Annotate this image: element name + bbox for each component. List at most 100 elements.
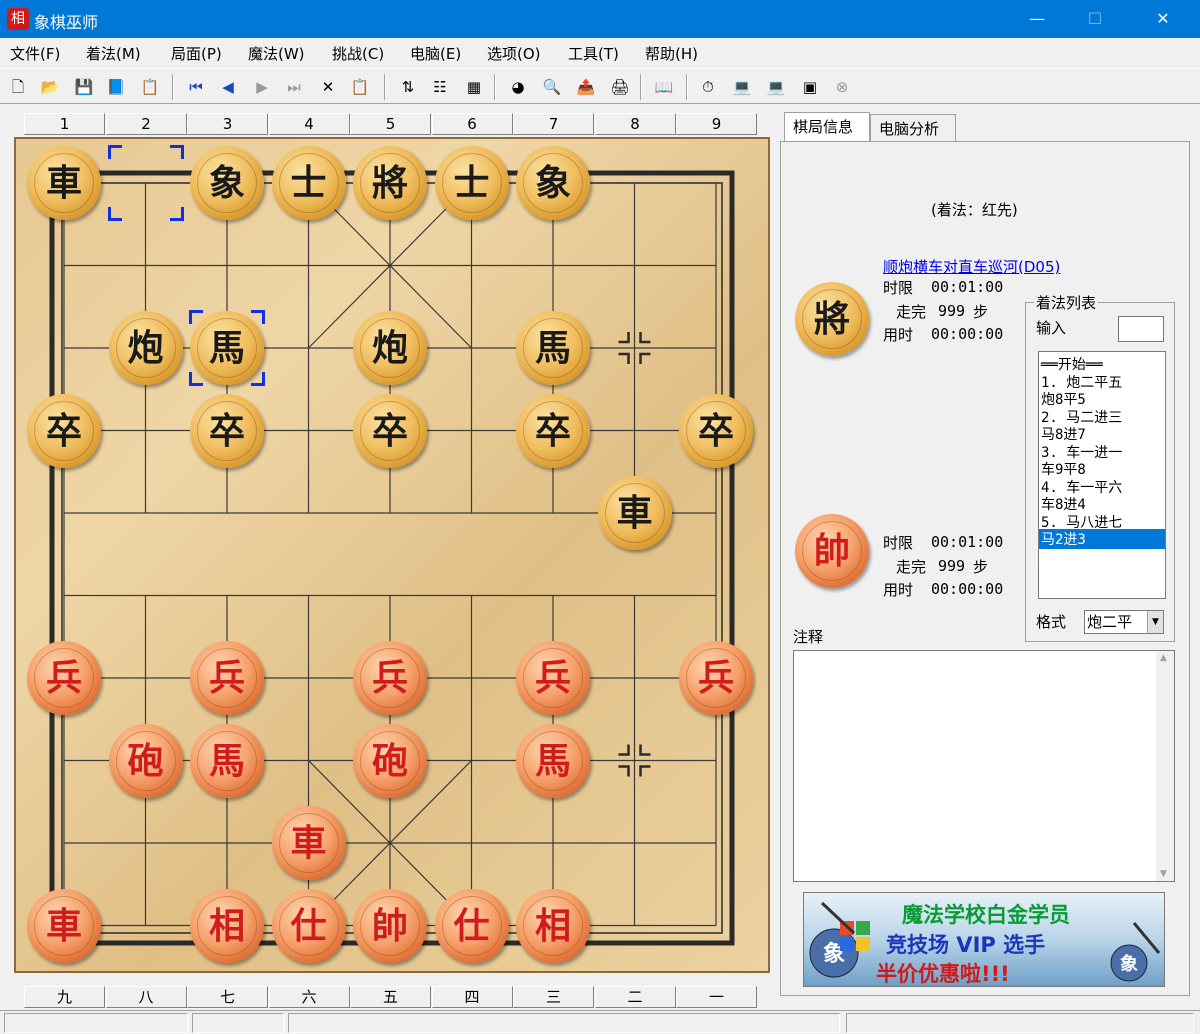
color-wheel-icon[interactable]: ◕ xyxy=(506,75,530,99)
column-label: 二 xyxy=(594,986,676,1008)
black-piece[interactable]: 士 xyxy=(434,146,509,220)
black-piece[interactable]: 馬 xyxy=(190,311,264,385)
piece-character: 車 xyxy=(45,162,82,204)
red-piece[interactable]: 車 xyxy=(27,888,101,963)
black-piece[interactable]: 卒 xyxy=(516,393,590,468)
scroll-down-icon[interactable]: ▼ xyxy=(1160,869,1167,879)
computer-play-icon[interactable]: 💻 xyxy=(730,75,754,99)
move-input[interactable] xyxy=(1118,316,1164,342)
column-label: 3 xyxy=(187,113,268,135)
move-tree-icon[interactable]: ☷ xyxy=(428,75,452,99)
status-pane-4 xyxy=(846,1013,1194,1033)
first-move-icon[interactable]: ⏮ xyxy=(184,75,208,99)
black-piece[interactable]: 將 xyxy=(353,146,427,220)
red-piece[interactable]: 相 xyxy=(516,888,590,963)
minimize-button[interactable]: — xyxy=(1014,0,1060,38)
properties-icon[interactable]: 📋 xyxy=(138,75,162,99)
prev-move-icon[interactable]: ◀ xyxy=(216,75,240,99)
toolbar-separator xyxy=(494,74,496,100)
tab-game-info[interactable]: 棋局信息 xyxy=(784,112,870,142)
black-piece[interactable]: 卒 xyxy=(27,393,101,468)
menu-help[interactable]: 帮助(H) xyxy=(645,43,698,64)
red-piece[interactable]: 砲 xyxy=(108,723,183,798)
red-piece[interactable]: 相 xyxy=(190,888,264,963)
monitor-icon[interactable]: ▣ xyxy=(798,75,822,99)
red-piece[interactable]: 馬 xyxy=(190,723,264,798)
red-piece[interactable]: 仕 xyxy=(271,888,346,963)
next-move-icon[interactable]: ▶ xyxy=(250,75,274,99)
status-bar xyxy=(0,1010,1200,1034)
red-piece[interactable]: 兵 xyxy=(190,641,264,715)
red-piece[interactable]: 車 xyxy=(271,806,346,880)
search-doc-icon[interactable]: 🔍 xyxy=(540,75,564,99)
black-piece[interactable]: 卒 xyxy=(190,393,264,468)
red-piece[interactable]: 仕 xyxy=(434,888,509,963)
black-piece[interactable]: 馬 xyxy=(516,311,590,385)
menu-position[interactable]: 局面(P) xyxy=(171,43,222,64)
open-folder-icon[interactable]: 📂 xyxy=(38,75,62,99)
book-icon[interactable]: 📘 xyxy=(104,75,128,99)
app-icon[interactable]: 相 xyxy=(7,8,29,30)
black-piece[interactable]: 炮 xyxy=(353,311,427,385)
maximize-button[interactable]: ☐ xyxy=(1072,0,1118,38)
black-piece[interactable]: 卒 xyxy=(353,393,427,468)
black-moves-value: 999 xyxy=(938,302,966,320)
position-mark xyxy=(639,332,651,344)
right-panel: 棋局信息 电脑分析 (着法：红先) 顺炮横车对直车巡河(D05) 將 时限 00… xyxy=(780,112,1190,996)
move-list-item[interactable]: 马2进3 xyxy=(1039,529,1165,549)
notes-textarea[interactable]: ▲ ▼ xyxy=(793,650,1175,882)
scroll-up-icon[interactable]: ▲ xyxy=(1160,653,1167,663)
move-list[interactable]: ══开始══ 1. 炮二平五 炮8平5 2. 马二进三 马8进7 3. 车一进一 车9… xyxy=(1038,351,1166,599)
stop-icon[interactable]: ⊗ xyxy=(830,75,854,99)
chess-board[interactable]: 車象士將士象炮馬炮馬卒卒卒卒卒車兵兵兵兵兵砲馬砲馬車車相仕帥仕相 xyxy=(14,137,770,973)
print-icon[interactable]: 🖨 xyxy=(608,75,632,99)
notes-scrollbar[interactable]: ▲ ▼ xyxy=(1156,651,1174,881)
black-piece[interactable]: 車 xyxy=(597,476,672,550)
toolbar-separator xyxy=(640,74,642,100)
menu-file[interactable]: 文件(F) xyxy=(10,43,60,64)
red-piece[interactable]: 兵 xyxy=(353,641,427,715)
piece-character: 將 xyxy=(371,162,408,204)
promo-banner[interactable]: 象 象 魔法学校白金学员 竞技场 VIP 选手 半价优惠啦!!! xyxy=(803,892,1165,987)
chevron-down-icon[interactable]: ▼ xyxy=(1147,611,1163,633)
status-pane-1 xyxy=(4,1013,188,1033)
red-piece[interactable]: 兵 xyxy=(516,641,590,715)
black-piece[interactable]: 車 xyxy=(27,146,101,220)
black-piece[interactable]: 士 xyxy=(271,146,346,220)
black-piece[interactable]: 象 xyxy=(516,146,590,220)
piece-character: 兵 xyxy=(371,657,408,699)
piece-character: 兵 xyxy=(208,657,245,699)
last-move-icon[interactable]: ⏭ xyxy=(282,75,306,99)
status-pane-2 xyxy=(192,1013,284,1033)
piece-character: 相 xyxy=(534,904,571,947)
black-piece[interactable]: 炮 xyxy=(108,311,183,385)
timer-icon[interactable]: ⏱ xyxy=(696,75,720,99)
menu-challenge[interactable]: 挑战(C) xyxy=(332,43,384,64)
red-piece[interactable]: 兵 xyxy=(679,641,753,715)
computer-analyze-icon[interactable]: 💻 xyxy=(764,75,788,99)
red-piece[interactable]: 兵 xyxy=(27,641,101,715)
opening-link[interactable]: 顺炮横车对直车巡河(D05) xyxy=(883,256,1060,277)
opening-book-icon[interactable]: 📖 xyxy=(652,75,676,99)
black-piece[interactable]: 象 xyxy=(190,146,264,220)
paste-icon[interactable]: 📋 xyxy=(348,75,372,99)
new-file-icon[interactable]: 🗋 xyxy=(6,75,30,99)
menu-moves[interactable]: 着法(M) xyxy=(86,43,141,64)
black-piece[interactable]: 卒 xyxy=(679,393,753,468)
red-piece[interactable]: 帥 xyxy=(353,888,427,963)
tab-computer-analysis[interactable]: 电脑分析 xyxy=(870,114,956,142)
delete-icon[interactable]: ✕ xyxy=(316,75,340,99)
format-select[interactable]: 炮二平 ▼ xyxy=(1084,610,1164,634)
red-piece[interactable]: 馬 xyxy=(516,723,590,798)
flip-board-icon[interactable]: ⇅ xyxy=(396,75,420,99)
red-piece[interactable]: 砲 xyxy=(353,723,427,798)
save-icon[interactable]: 💾 xyxy=(72,75,96,99)
menu-tools[interactable]: 工具(T) xyxy=(568,43,619,64)
menu-computer[interactable]: 电脑(E) xyxy=(410,43,461,64)
menu-options[interactable]: 选项(O) xyxy=(487,43,541,64)
black-moves-unit: 步 xyxy=(973,303,989,321)
calculator-icon[interactable]: ▦ xyxy=(462,75,486,99)
close-button[interactable]: ✕ xyxy=(1140,0,1186,38)
menu-magic[interactable]: 魔法(W) xyxy=(248,43,305,64)
export-icon[interactable]: 📤 xyxy=(574,75,598,99)
